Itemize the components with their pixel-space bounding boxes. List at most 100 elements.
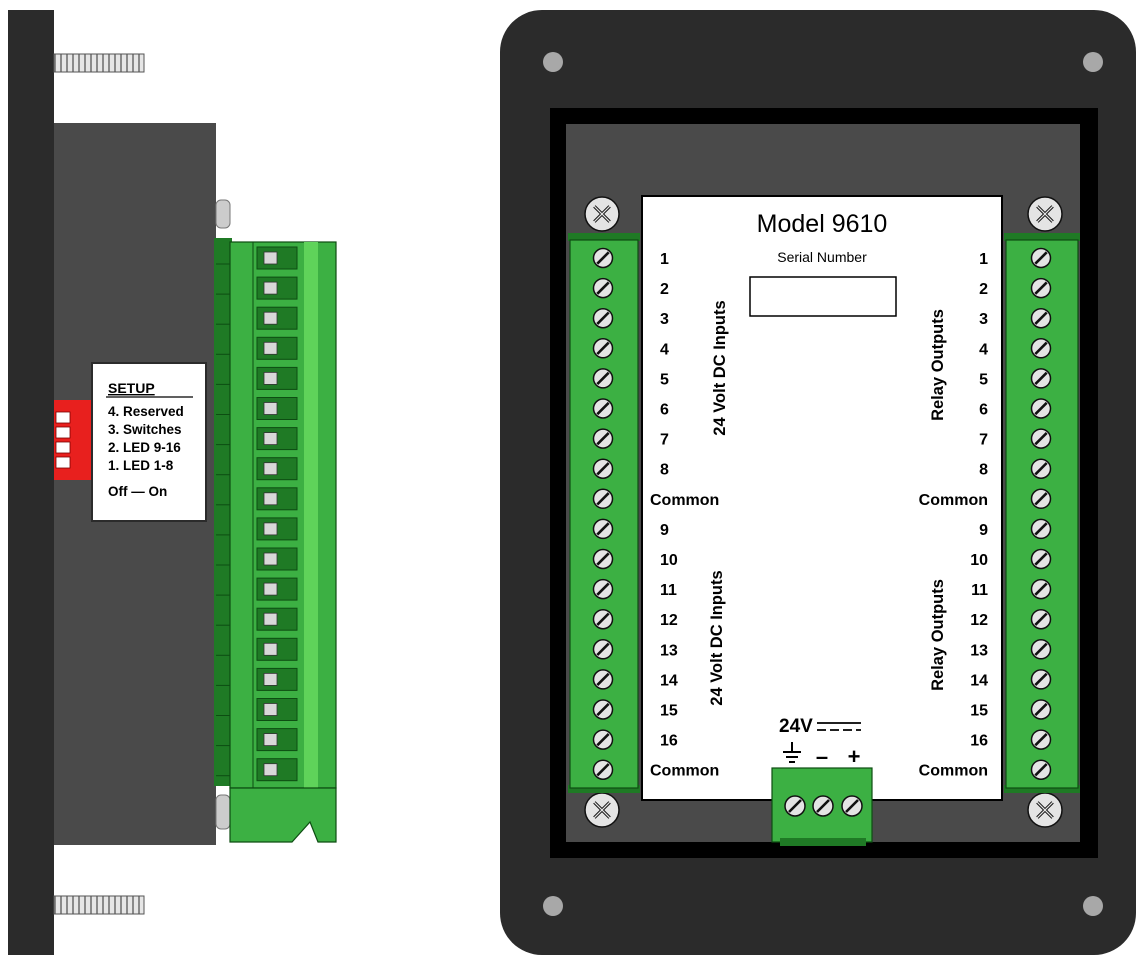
input-terminal-screw-icon[interactable] [592, 307, 614, 329]
input-terminal-screw-icon[interactable] [592, 669, 614, 690]
output-terminal-block [1004, 233, 1080, 793]
setup-title: SETUP [108, 380, 155, 396]
output-terminal-number: 9 [979, 522, 988, 539]
output-terminal-number: 15 [970, 703, 988, 720]
output-terminal-screw-icon[interactable] [1030, 488, 1052, 510]
power-terminal-screw-icon[interactable] [784, 795, 806, 817]
output-terminal-screw-icon[interactable] [1030, 759, 1052, 780]
input-terminal-screw-icon[interactable] [592, 338, 614, 359]
side-wire-clamp [263, 341, 278, 355]
output-terminal-screw-icon[interactable] [1030, 608, 1052, 630]
power-terminal-screw-icon[interactable] [812, 795, 834, 817]
output-terminal-number: 13 [970, 642, 988, 659]
dip-switch-slot[interactable] [55, 411, 71, 424]
input-terminal-screw-icon[interactable] [592, 277, 614, 299]
side-wire-clamp [263, 733, 278, 746]
input-terminal-screw-icon[interactable] [592, 759, 614, 780]
input-terminal-screw-icon[interactable] [592, 699, 614, 720]
output-terminal-screw-icon[interactable] [1030, 578, 1052, 600]
output-terminal-screw-icon[interactable] [1030, 548, 1052, 570]
input-terminal-screw-icon[interactable] [592, 247, 614, 269]
input-terminal-number: 9 [660, 522, 669, 539]
serial-number-label: Serial Number [777, 249, 867, 265]
power-minus: – [816, 744, 828, 769]
output-terminal-screw-icon[interactable] [1030, 729, 1052, 750]
output-terminal-number: 16 [970, 733, 988, 750]
input-terminal-number: 10 [660, 552, 678, 569]
output-group-label-2: Relay Outputs [929, 579, 947, 691]
input-terminal-screw-icon[interactable] [592, 729, 614, 750]
output-terminal-screw-icon[interactable] [1030, 338, 1052, 359]
output-terminal-number: 8 [979, 462, 988, 479]
model-title: Model 9610 [757, 210, 888, 238]
power-terminal-screw-icon[interactable] [841, 795, 863, 817]
setup-item-2: 2. LED 9-16 [108, 440, 181, 455]
input-terminal-number: 14 [660, 672, 678, 689]
input-group-label-1: 24 Volt DC Inputs [711, 300, 729, 435]
mount-hole-tr [1083, 52, 1103, 72]
output-terminal-number: 14 [970, 672, 988, 689]
output-terminal-screw-icon[interactable] [1030, 699, 1052, 720]
output-terminal-screw-icon[interactable] [1030, 368, 1052, 389]
output-terminal-screw-icon[interactable] [1030, 307, 1052, 329]
output-terminal-number: 4 [979, 341, 988, 358]
side-wire-clamp [263, 371, 278, 385]
output-terminal-screw-icon[interactable] [1030, 428, 1052, 449]
input-terminal-screw-icon[interactable] [592, 398, 614, 419]
setup-item-4: 4. Reserved [108, 404, 184, 419]
side-header [214, 238, 232, 786]
output-terminal-number: Common [919, 763, 988, 780]
terminal-diagram: SETUP 4. Reserved 3. Switches 2. LED 9-1… [8, 10, 1136, 955]
output-terminal-screw-icon[interactable] [1030, 458, 1052, 479]
side-wire-clamp [263, 281, 278, 295]
mount-hole-bl [543, 896, 563, 916]
input-terminal-screw-icon[interactable] [592, 578, 614, 600]
threaded-stud-bottom [53, 895, 145, 915]
input-terminal-screw-icon[interactable] [592, 518, 614, 540]
side-screw-top [215, 199, 231, 229]
output-terminal-number: 10 [970, 552, 988, 569]
input-terminal-screw-icon[interactable] [592, 608, 614, 630]
corner-screw-icon[interactable] [584, 792, 620, 828]
side-wire-clamp [263, 552, 278, 566]
input-terminal-number: 7 [660, 432, 669, 449]
power-voltage: 24V [779, 716, 813, 737]
output-terminal-number: 11 [971, 582, 988, 599]
dip-switch-slot[interactable] [55, 426, 71, 439]
output-terminal-screw-icon[interactable] [1030, 247, 1052, 269]
setup-off-on: Off — On [108, 484, 167, 499]
power-block-base [780, 838, 866, 846]
side-wire-clamp [263, 763, 278, 777]
side-wire-clamp [263, 311, 278, 325]
output-terminal-number: 6 [979, 402, 988, 419]
output-terminal-screw-icon[interactable] [1030, 669, 1052, 690]
input-terminal-screw-icon[interactable] [592, 548, 614, 570]
input-terminal-screw-icon[interactable] [592, 458, 614, 479]
mounting-panel [8, 10, 54, 955]
setup-item-3: 3. Switches [108, 422, 182, 437]
side-wire-clamp [263, 432, 278, 446]
corner-screw-icon[interactable] [1027, 792, 1063, 828]
output-terminal-screw-icon[interactable] [1030, 639, 1052, 660]
output-terminal-screw-icon[interactable] [1030, 518, 1052, 540]
corner-screw-icon[interactable] [1027, 196, 1063, 232]
output-terminal-number: 1 [979, 251, 988, 268]
input-terminal-screw-icon[interactable] [592, 639, 614, 660]
side-wire-clamp [263, 582, 278, 596]
mount-hole-tl [543, 52, 563, 72]
input-terminal-screw-icon[interactable] [592, 488, 614, 510]
output-terminal-number: 5 [979, 371, 988, 388]
side-plug-ridge [304, 242, 318, 788]
output-terminal-screw-icon[interactable] [1030, 398, 1052, 419]
input-terminal-screw-icon[interactable] [592, 368, 614, 389]
input-terminal-screw-icon[interactable] [592, 428, 614, 449]
serial-number-box [749, 276, 897, 317]
output-terminal-screw-icon[interactable] [1030, 277, 1052, 299]
input-terminal-number: 12 [660, 612, 678, 629]
input-terminal-number: 6 [660, 402, 669, 419]
dip-switch-slot[interactable] [55, 441, 71, 454]
corner-screw-icon[interactable] [584, 196, 620, 232]
dip-switch-slot[interactable] [55, 456, 71, 469]
input-terminal-number: 13 [660, 642, 678, 659]
side-wire-clamp [263, 673, 278, 686]
